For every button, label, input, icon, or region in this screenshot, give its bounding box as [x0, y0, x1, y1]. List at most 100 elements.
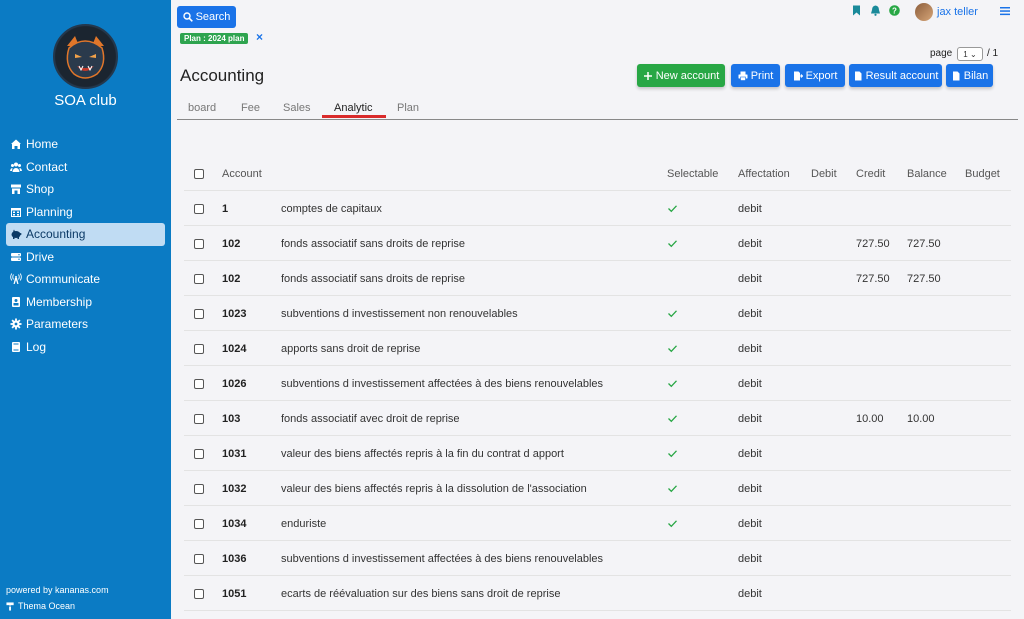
table-row[interactable]: 1024 apports sans droit de reprise debit [184, 331, 1011, 366]
account-label[interactable]: subventions d investissement affectées à… [281, 366, 603, 401]
row-checkbox-cell[interactable] [194, 296, 204, 331]
row-checkbox-cell[interactable] [194, 401, 204, 436]
account-number[interactable]: 102 [222, 261, 240, 296]
row-checkbox[interactable] [194, 483, 204, 494]
account-label[interactable]: fonds associatif avec droit de reprise [281, 401, 460, 436]
account-label[interactable]: valeur des biens affectés repris à la di… [281, 471, 587, 506]
tab-board[interactable]: board [188, 102, 216, 120]
account-number[interactable]: 1032 [222, 471, 246, 506]
powered-by-text[interactable]: powered by kananas.com [6, 585, 109, 595]
row-checkbox[interactable] [194, 203, 204, 214]
account-label[interactable]: fonds associatif sans droits de reprise [281, 261, 465, 296]
bookmark-icon[interactable] [850, 4, 862, 16]
sidebar-item-planning[interactable]: Planning [6, 201, 165, 224]
row-checkbox-cell[interactable] [194, 576, 204, 611]
theme-selector[interactable]: Thema Ocean [6, 601, 75, 611]
table-row[interactable]: 1036 subventions d investissement affecté… [184, 541, 1011, 576]
header-debit[interactable]: Debit [811, 156, 837, 191]
bilan-button[interactable]: Bilan [946, 64, 993, 87]
help-icon[interactable]: ? [888, 4, 900, 16]
row-checkbox-cell[interactable] [194, 471, 204, 506]
row-checkbox-cell[interactable] [194, 191, 204, 226]
row-checkbox[interactable] [194, 448, 204, 459]
user-name[interactable]: jax teller [937, 6, 978, 18]
avatar[interactable] [915, 3, 933, 21]
bell-icon[interactable] [869, 4, 881, 16]
sidebar-item-membership[interactable]: Membership [6, 291, 165, 314]
table-row[interactable]: 1026 subventions d investissement affecté… [184, 366, 1011, 401]
account-number[interactable]: 1023 [222, 296, 246, 331]
account-label[interactable]: fonds associatif sans droits de reprise [281, 226, 465, 261]
row-checkbox[interactable] [194, 343, 204, 354]
tab-sales[interactable]: Sales [283, 102, 311, 120]
sidebar-item-accounting[interactable]: Accounting [6, 223, 165, 246]
row-checkbox-cell[interactable] [194, 541, 204, 576]
header-account[interactable]: Account [222, 156, 262, 191]
row-checkbox-cell[interactable] [194, 261, 204, 296]
sidebar-item-home[interactable]: Home [6, 133, 165, 156]
row-checkbox[interactable] [194, 238, 204, 249]
table-row[interactable]: 1032 valeur des biens affectés repris à l… [184, 471, 1011, 506]
account-number[interactable]: 1 [222, 191, 228, 226]
row-checkbox[interactable] [194, 378, 204, 389]
sidebar-item-log[interactable]: Log [6, 336, 165, 359]
plan-filter-close-icon[interactable]: × [256, 30, 263, 44]
sidebar-item-shop[interactable]: Shop [6, 178, 165, 201]
header-credit[interactable]: Credit [856, 156, 885, 191]
table-row[interactable]: 102 fonds associatif sans droits de repri… [184, 261, 1011, 296]
row-checkbox[interactable] [194, 308, 204, 319]
sidebar-item-communicate[interactable]: Communicate [6, 268, 165, 291]
account-number[interactable]: 1036 [222, 541, 246, 576]
row-checkbox-cell[interactable] [194, 226, 204, 261]
account-number[interactable]: 1034 [222, 506, 246, 541]
account-label[interactable]: subventions d investissement non renouve… [281, 296, 518, 331]
select-all-checkbox[interactable] [194, 168, 204, 179]
row-checkbox-cell[interactable] [194, 331, 204, 366]
account-number[interactable]: 102 [222, 226, 240, 261]
table-row[interactable]: 1051 ecarts de réévaluation sur des biens… [184, 576, 1011, 611]
row-checkbox[interactable] [194, 553, 204, 564]
row-checkbox-cell[interactable] [194, 506, 204, 541]
menu-icon[interactable] [999, 5, 1011, 17]
tab-fee[interactable]: Fee [241, 102, 260, 120]
print-button[interactable]: Print [731, 64, 780, 87]
account-label[interactable]: enduriste [281, 506, 326, 541]
table-row[interactable]: 1 comptes de capitaux debit [184, 191, 1011, 226]
row-checkbox[interactable] [194, 518, 204, 529]
search-button[interactable]: Search [177, 6, 236, 28]
table-row[interactable]: 1023 subventions d investissement non ren… [184, 296, 1011, 331]
account-number[interactable]: 1024 [222, 331, 246, 366]
row-checkbox-cell[interactable] [194, 366, 204, 401]
result-account-button[interactable]: Result account [849, 64, 942, 87]
table-row[interactable]: 103 fonds associatif avec droit de repris… [184, 401, 1011, 436]
account-label[interactable]: apports sans droit de reprise [281, 331, 420, 366]
account-label[interactable]: valeur des biens affectés repris à la fi… [281, 436, 564, 471]
sidebar-item-contact[interactable]: Contact [6, 156, 165, 179]
row-checkbox[interactable] [194, 588, 204, 599]
club-logo[interactable] [53, 24, 118, 89]
account-number[interactable]: 1026 [222, 366, 246, 401]
row-checkbox[interactable] [194, 273, 204, 284]
table-row[interactable]: 1034 enduriste debit [184, 506, 1011, 541]
header-affectation[interactable]: Affectation [738, 156, 790, 191]
header-budget[interactable]: Budget [965, 156, 1000, 191]
table-row[interactable]: 102 fonds associatif sans droits de repri… [184, 226, 1011, 261]
new-account-button[interactable]: New account [637, 64, 725, 87]
account-number[interactable]: 103 [222, 401, 240, 436]
select-all-checkbox-cell[interactable] [194, 156, 204, 191]
row-checkbox[interactable] [194, 413, 204, 424]
sidebar-item-parameters[interactable]: Parameters [6, 313, 165, 336]
header-selectable[interactable]: Selectable [667, 156, 718, 191]
account-label[interactable]: ecarts de réévaluation sur des biens san… [281, 576, 560, 611]
table-row[interactable]: 1031 valeur des biens affectés repris à l… [184, 436, 1011, 471]
row-checkbox-cell[interactable] [194, 436, 204, 471]
sidebar-item-drive[interactable]: Drive [6, 246, 165, 269]
account-number[interactable]: 1051 [222, 576, 246, 611]
header-balance[interactable]: Balance [907, 156, 947, 191]
tab-plan[interactable]: Plan [397, 102, 419, 120]
account-label[interactable]: comptes de capitaux [281, 191, 382, 226]
export-button[interactable]: Export [785, 64, 845, 87]
account-label[interactable]: subventions d investissement affectées à… [281, 541, 603, 576]
account-number[interactable]: 1031 [222, 436, 246, 471]
page-select[interactable]: 1 ⌄ [957, 47, 983, 61]
